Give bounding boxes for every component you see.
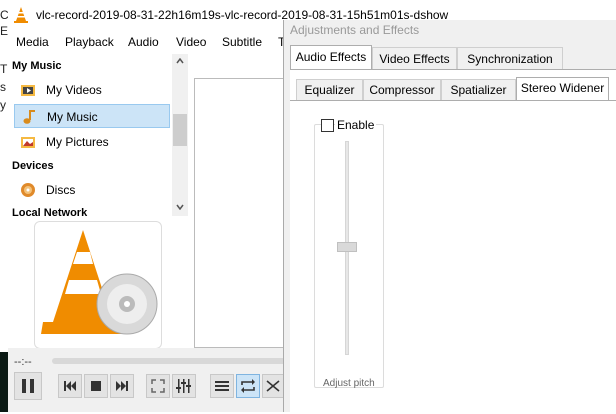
playlist-content[interactable] bbox=[194, 78, 294, 348]
pitch-label: Adjust pitch bbox=[323, 378, 375, 389]
previous-button[interactable] bbox=[58, 374, 82, 398]
album-art bbox=[34, 221, 162, 349]
seek-bar[interactable] bbox=[52, 358, 292, 364]
time-elapsed: --:-- bbox=[14, 356, 32, 368]
skip-back-icon bbox=[64, 381, 76, 391]
subtab-stereo-widener[interactable]: Stereo Widener bbox=[516, 77, 609, 101]
section-local-network: Local Network bbox=[12, 207, 88, 219]
sidebar-item-label: My Music bbox=[47, 110, 98, 124]
section-devices: Devices bbox=[12, 160, 54, 172]
menubar: Media Playback Audio Video Subtitle T bbox=[8, 32, 308, 54]
subtab-equalizer[interactable]: Equalizer bbox=[296, 79, 363, 101]
sidebar-item-label: Discs bbox=[46, 183, 76, 197]
playlist-button[interactable] bbox=[210, 374, 234, 398]
tab-audio-effects[interactable]: Audio Effects bbox=[290, 45, 372, 71]
menu-video[interactable]: Video bbox=[176, 35, 206, 49]
vlc-window: vlc-record-2019-08-31-22h16m19s-vlc-reco… bbox=[8, 0, 448, 412]
pause-button[interactable] bbox=[14, 372, 42, 400]
extended-settings-button[interactable] bbox=[172, 374, 196, 398]
equalizer-sliders-icon bbox=[176, 379, 191, 393]
tab-video-effects[interactable]: Video Effects bbox=[372, 47, 457, 69]
sidebar-item-discs[interactable]: Discs bbox=[14, 178, 170, 202]
menu-subtitle[interactable]: Subtitle bbox=[222, 35, 262, 49]
sidebar-item-label: My Pictures bbox=[46, 135, 109, 149]
sidebar-scrollbar[interactable] bbox=[172, 54, 188, 216]
playlist-icon bbox=[215, 381, 229, 391]
scrollbar-thumb[interactable] bbox=[173, 114, 187, 146]
subtab-spatializer[interactable]: Spatializer bbox=[441, 79, 516, 101]
pitch-slider-thumb[interactable] bbox=[337, 242, 357, 252]
music-note-icon bbox=[23, 110, 35, 124]
chevron-down-icon[interactable] bbox=[176, 204, 184, 210]
playlist-sidebar: My Music My Videos My Music My Pictures … bbox=[8, 54, 188, 219]
section-my-music: My Music bbox=[12, 60, 62, 72]
stop-button[interactable] bbox=[84, 374, 108, 398]
video-folder-icon bbox=[21, 85, 35, 96]
sidebar-item-my-pictures[interactable]: My Pictures bbox=[14, 130, 170, 154]
fullscreen-button[interactable] bbox=[146, 374, 170, 398]
subtab-compressor[interactable]: Compressor bbox=[363, 79, 441, 101]
loop-icon bbox=[241, 379, 255, 393]
menu-audio[interactable]: Audio bbox=[128, 35, 159, 49]
adjustments-dialog: Adjustments and Effects Audio Effects Vi… bbox=[283, 20, 616, 414]
pictures-icon bbox=[21, 137, 35, 148]
stop-icon bbox=[91, 381, 101, 391]
skip-forward-icon bbox=[116, 381, 128, 391]
chevron-up-icon[interactable] bbox=[176, 58, 184, 64]
player-controls: --:-- bbox=[8, 348, 308, 412]
vlc-titlebar[interactable]: vlc-record-2019-08-31-22h16m19s-vlc-reco… bbox=[8, 0, 448, 30]
tab-synchronization[interactable]: Synchronization bbox=[457, 47, 563, 69]
dialog-title: Adjustments and Effects bbox=[290, 23, 420, 37]
sidebar-item-label: My Videos bbox=[46, 83, 102, 97]
menu-media[interactable]: Media bbox=[16, 35, 49, 49]
vlc-cone-with-disc-icon bbox=[41, 230, 158, 335]
sidebar-item-my-music[interactable]: My Music bbox=[14, 104, 170, 128]
disc-icon bbox=[21, 183, 35, 197]
menu-playback[interactable]: Playback bbox=[65, 35, 114, 49]
fullscreen-icon bbox=[151, 379, 165, 393]
loop-button[interactable] bbox=[236, 374, 260, 398]
pitch-groupbox bbox=[314, 124, 384, 388]
enable-label: Enable bbox=[335, 118, 377, 132]
next-button[interactable] bbox=[110, 374, 134, 398]
shuffle-icon bbox=[266, 380, 280, 392]
vlc-cone-icon bbox=[14, 7, 28, 23]
enable-checkbox[interactable] bbox=[321, 119, 334, 132]
pause-icon bbox=[22, 379, 34, 393]
sidebar-item-my-videos[interactable]: My Videos bbox=[14, 78, 170, 102]
